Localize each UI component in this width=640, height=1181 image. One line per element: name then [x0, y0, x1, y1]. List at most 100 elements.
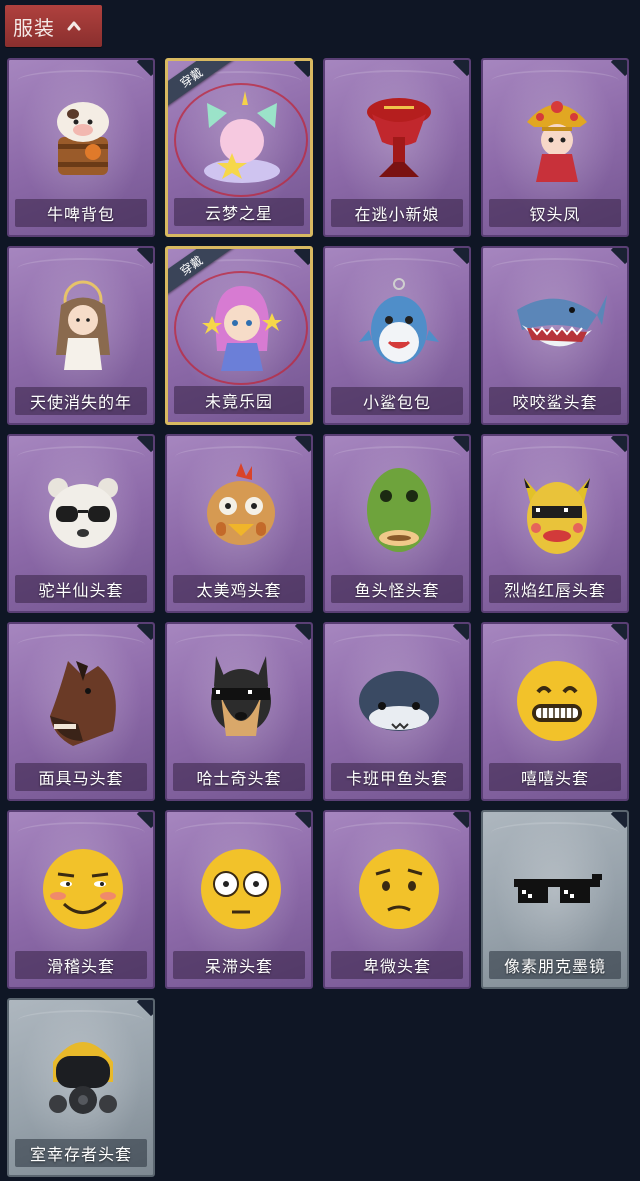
costume-name: 卡班甲鱼头套	[345, 769, 448, 788]
card-corner-notch	[610, 436, 627, 453]
card-label-bar: 驼半仙头套	[15, 575, 147, 603]
card-label-bar: 咬咬鲨头套	[489, 387, 621, 415]
card-label-bar: 太美鸡头套	[173, 575, 305, 603]
card-label-bar: 云梦之星	[174, 198, 304, 226]
costume-card[interactable]: 卑微头套	[323, 810, 471, 989]
card-corner-notch	[294, 624, 311, 641]
bear-sunglasses-icon	[23, 454, 143, 572]
unicorn-star-icon	[182, 79, 302, 197]
card-corner-notch	[136, 812, 153, 829]
card-label-bar: 室幸存者头套	[15, 1139, 147, 1167]
costume-card[interactable]: 滑稽头套	[7, 810, 155, 989]
costume-name: 咬咬鲨头套	[512, 393, 598, 412]
costume-name: 牛啤背包	[46, 205, 115, 224]
card-label-bar: 卑微头套	[331, 951, 463, 979]
card-label-bar: 像素朋克墨镜	[489, 951, 621, 979]
costume-name: 太美鸡头套	[196, 581, 282, 600]
costume-name: 像素朋克墨镜	[503, 957, 606, 976]
card-label-bar: 哈士奇头套	[173, 763, 305, 791]
card-label-bar: 鱼头怪头套	[331, 575, 463, 603]
cow-beer-backpack-icon	[23, 78, 143, 196]
card-corner-notch	[452, 248, 469, 265]
card-corner-notch	[136, 436, 153, 453]
horse-mask-icon	[23, 642, 143, 760]
chicken-head-icon	[181, 454, 301, 572]
costume-name: 面具马头套	[38, 769, 124, 788]
costume-card[interactable]: 鱼头怪头套	[323, 434, 471, 613]
costume-card[interactable]: 烈焰红唇头套	[481, 434, 629, 613]
card-corner-notch	[136, 60, 153, 77]
card-label-bar: 在逃小新娘	[331, 199, 463, 227]
costume-grid: 牛啤背包 穿戴 云梦之星在逃小新娘 钗头凤天使消失的年 穿戴 未竟乐园小鲨包包 咬咬鲨头套驼…	[0, 0, 640, 1181]
costume-name: 室幸存者头套	[29, 1145, 132, 1164]
turtle-head-icon	[339, 642, 459, 760]
fish-head-icon	[339, 454, 459, 572]
costume-card[interactable]: 咬咬鲨头套	[481, 246, 629, 425]
costume-name: 天使消失的年	[29, 393, 132, 412]
red-veil-icon	[339, 78, 459, 196]
costume-card[interactable]: 嘻嘻头套	[481, 622, 629, 801]
costume-name: 驼半仙头套	[38, 581, 124, 600]
card-corner-notch	[136, 624, 153, 641]
costume-card[interactable]: 钗头凤	[481, 58, 629, 237]
card-corner-notch	[294, 436, 311, 453]
costume-card[interactable]: 驼半仙头套	[7, 434, 155, 613]
card-corner-notch	[136, 1000, 153, 1017]
costume-card[interactable]: 穿戴 云梦之星	[165, 58, 313, 237]
costume-panel: 服装 牛啤背包 穿戴 云梦之星 在逃小新娘 钗头凤 天使消失的年 穿戴 未竟乐园 小鲨包包 咬咬鲨…	[0, 0, 640, 1181]
costume-card[interactable]: 太美鸡头套	[165, 434, 313, 613]
dazed-emoji-icon	[181, 830, 301, 948]
grin-emoji-icon	[497, 642, 617, 760]
card-label-bar: 小鲨包包	[331, 387, 463, 415]
costume-card[interactable]: 像素朋克墨镜	[481, 810, 629, 989]
costume-card[interactable]: 哈士奇头套	[165, 622, 313, 801]
card-label-bar: 面具马头套	[15, 763, 147, 791]
card-corner-notch	[610, 248, 627, 265]
costume-name: 云梦之星	[204, 204, 273, 223]
costume-name: 钗头凤	[529, 205, 581, 224]
card-label-bar: 牛啤背包	[15, 199, 147, 227]
costume-name: 呆滞头套	[204, 957, 273, 976]
card-label-bar: 钗头凤	[489, 199, 621, 227]
pixel-sunglasses-icon	[497, 830, 617, 948]
costume-card[interactable]: 天使消失的年	[7, 246, 155, 425]
card-label-bar: 未竟乐园	[174, 386, 304, 414]
card-corner-notch	[610, 624, 627, 641]
card-label-bar: 呆滞头套	[173, 951, 305, 979]
costume-card[interactable]: 牛啤背包	[7, 58, 155, 237]
costume-card[interactable]: 室幸存者头套	[7, 998, 155, 1177]
card-label-bar: 卡班甲鱼头套	[331, 763, 463, 791]
card-corner-notch	[610, 60, 627, 77]
costume-card[interactable]: 穿戴 未竟乐园	[165, 246, 313, 425]
card-corner-notch	[293, 249, 310, 266]
costume-name: 哈士奇头套	[196, 769, 282, 788]
card-corner-notch	[610, 812, 627, 829]
costume-name: 在逃小新娘	[354, 205, 440, 224]
husky-head-icon	[181, 642, 301, 760]
shark-head-icon	[497, 266, 617, 384]
card-corner-notch	[293, 61, 310, 78]
costume-card[interactable]: 在逃小新娘	[323, 58, 471, 237]
card-corner-notch	[136, 248, 153, 265]
costume-card[interactable]: 卡班甲鱼头套	[323, 622, 471, 801]
costume-name: 烈焰红唇头套	[503, 581, 606, 600]
costume-card[interactable]: 面具马头套	[7, 622, 155, 801]
humble-emoji-icon	[339, 830, 459, 948]
card-corner-notch	[452, 60, 469, 77]
pink-hair-doll-icon	[182, 267, 302, 385]
costume-name: 小鲨包包	[362, 393, 431, 412]
card-corner-notch	[294, 812, 311, 829]
smirk-emoji-icon	[23, 830, 143, 948]
costume-name: 滑稽头套	[46, 957, 115, 976]
card-label-bar: 烈焰红唇头套	[489, 575, 621, 603]
angel-doll-icon	[23, 266, 143, 384]
card-corner-notch	[452, 436, 469, 453]
card-corner-notch	[452, 624, 469, 641]
costume-name: 卑微头套	[362, 957, 431, 976]
costume-card[interactable]: 呆滞头套	[165, 810, 313, 989]
card-label-bar: 滑稽头套	[15, 951, 147, 979]
costume-name: 嘻嘻头套	[520, 769, 589, 788]
phoenix-crown-icon	[497, 78, 617, 196]
gas-mask-helmet-icon	[23, 1018, 143, 1136]
costume-card[interactable]: 小鲨包包	[323, 246, 471, 425]
